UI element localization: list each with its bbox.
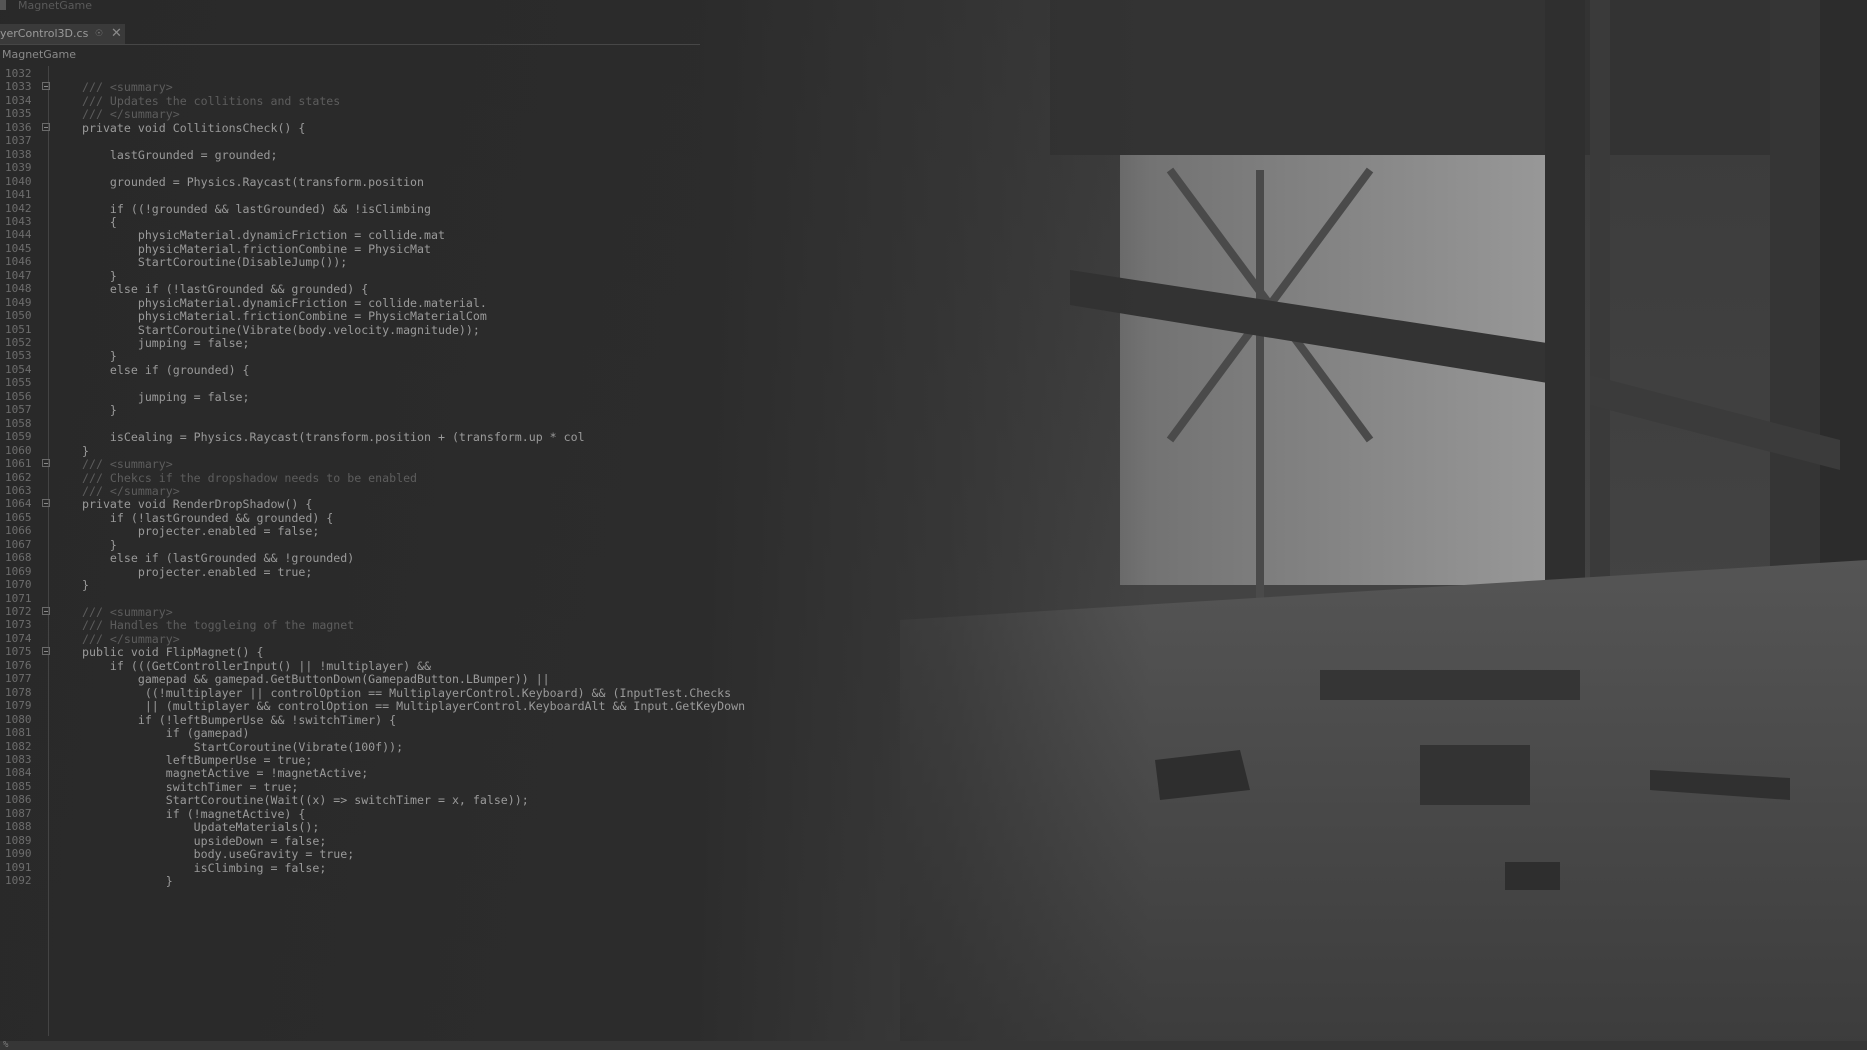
tab-file[interactable]: yerControl3D.cs ☉ ✕ xyxy=(0,24,125,44)
fold-toggle-icon[interactable] xyxy=(42,122,50,131)
pin-icon[interactable]: ☉ xyxy=(95,24,103,44)
status-bar: % xyxy=(0,1041,1867,1050)
tab-strip: yerControl3D.cs ☉ ✕ xyxy=(0,24,700,45)
fold-toggle-icon[interactable] xyxy=(42,647,50,656)
project-dropdown[interactable]: MagnetGame xyxy=(2,48,76,61)
code-area[interactable]: 1032 1033/// <summary> 1034/// Updates the… xyxy=(0,66,1000,1036)
fold-toggle-icon[interactable] xyxy=(42,607,50,615)
close-icon[interactable]: ✕ xyxy=(111,24,122,44)
code-line[interactable]: 1092 } xyxy=(0,873,1000,889)
code-text: } xyxy=(82,874,173,888)
line-number: 1092 xyxy=(5,874,32,887)
fold-toggle-icon[interactable] xyxy=(42,82,50,91)
navigation-bar[interactable]: MagnetGame xyxy=(0,47,702,65)
fold-toggle-icon[interactable] xyxy=(42,459,50,468)
app-icon xyxy=(0,0,6,10)
fold-toggle-icon[interactable] xyxy=(42,499,50,508)
code-editor: MagnetGame yerControl3D.cs ☉ ✕ MagnetGam… xyxy=(0,0,1867,1050)
window-title: MagnetGame xyxy=(18,0,93,12)
window-title-bar: MagnetGame xyxy=(0,0,600,13)
zoom-level[interactable]: % xyxy=(3,1041,8,1050)
tab-label: yerControl3D.cs xyxy=(0,27,89,40)
